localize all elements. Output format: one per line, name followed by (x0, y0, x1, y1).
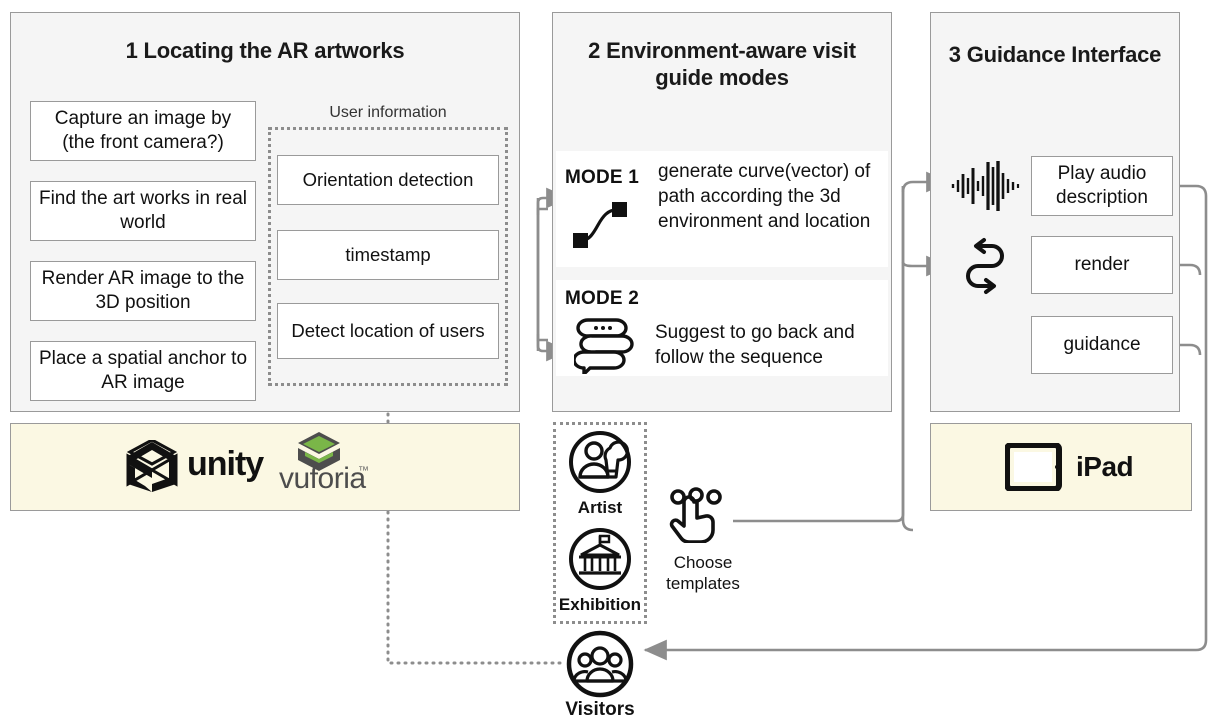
speech-bubbles-icon (572, 314, 634, 379)
vuforia-trademark-symbol: ™ (358, 465, 369, 477)
panel-3-title: 3 Guidance Interface (948, 42, 1162, 67)
flow-step-2-label: Find the art works in real world (38, 188, 248, 233)
tech-stack-bar (10, 423, 520, 511)
loop-arrows-icon (958, 236, 1014, 303)
flow-step-2[interactable]: Find the art works in real world (30, 181, 256, 241)
user-info-item-orientation-detection-label: Orientation detection (302, 169, 474, 190)
diagram-canvas: 1 Locating the AR artworks Capture an im… (0, 0, 1231, 720)
guidance-item-render-label: render (1074, 254, 1130, 275)
user-info-item-detect-location[interactable]: Detect location of users (277, 303, 499, 359)
guidance-item-guidance-label: guidance (1063, 334, 1141, 355)
audio-waveform-icon (950, 158, 1022, 219)
flow-step-1[interactable]: Capture an image by (the front camera?) (30, 101, 256, 161)
museum-icon[interactable] (568, 527, 632, 596)
guidance-item-guidance[interactable]: guidance (1031, 316, 1173, 374)
exhibition-label: Exhibition (558, 595, 642, 614)
user-information-caption: User information (329, 104, 447, 121)
ipad-label: iPad (1076, 451, 1134, 482)
mode-2-text: Suggest to go back and follow the sequen… (655, 322, 855, 368)
unity-wordmark: unity (187, 445, 264, 483)
user-info-item-orientation-detection[interactable]: Orientation detection (277, 155, 499, 205)
panel-1-title: 1 Locating the AR artworks (125, 38, 405, 63)
mode-1-text: generate curve(vector) of path according… (658, 161, 871, 232)
guidance-item-play-audio-description[interactable]: Play audio description (1031, 156, 1173, 216)
guidance-item-play-audio-description-label: Play audio description (1056, 163, 1148, 208)
tap-hand-icon[interactable] (666, 487, 730, 548)
people-group-icon[interactable] (566, 630, 634, 703)
mode-2-label: MODE 2 (565, 288, 640, 309)
vuforia-wordmark: vuforia (279, 462, 366, 495)
user-info-item-detect-location-label: Detect location of users (291, 320, 485, 341)
flow-step-1-label: Capture an image by (the front camera?) (54, 108, 232, 153)
unity-logo-icon (122, 438, 180, 499)
panel-2-title: 2 Environment-aware visit guide modes (588, 38, 856, 90)
flow-step-3[interactable]: Render AR image to the 3D position (30, 261, 256, 321)
guidance-item-render[interactable]: render (1031, 236, 1173, 294)
bezier-curve-icon (567, 192, 637, 263)
choose-templates-label: Choose templates (666, 553, 740, 593)
flow-step-3-label: Render AR image to the 3D position (41, 268, 245, 313)
user-info-item-timestamp[interactable]: timestamp (277, 230, 499, 280)
flow-step-4-label: Place a spatial anchor to AR image (38, 348, 248, 393)
flow-step-4[interactable]: Place a spatial anchor to AR image (30, 341, 256, 401)
visitors-label: Visitors (565, 699, 635, 720)
user-info-item-timestamp-label: timestamp (345, 244, 431, 265)
mode-1-label: MODE 1 (565, 167, 640, 188)
ipad-device-icon (1004, 442, 1065, 496)
artist-icon[interactable] (568, 430, 632, 499)
artist-label: Artist (577, 498, 623, 517)
